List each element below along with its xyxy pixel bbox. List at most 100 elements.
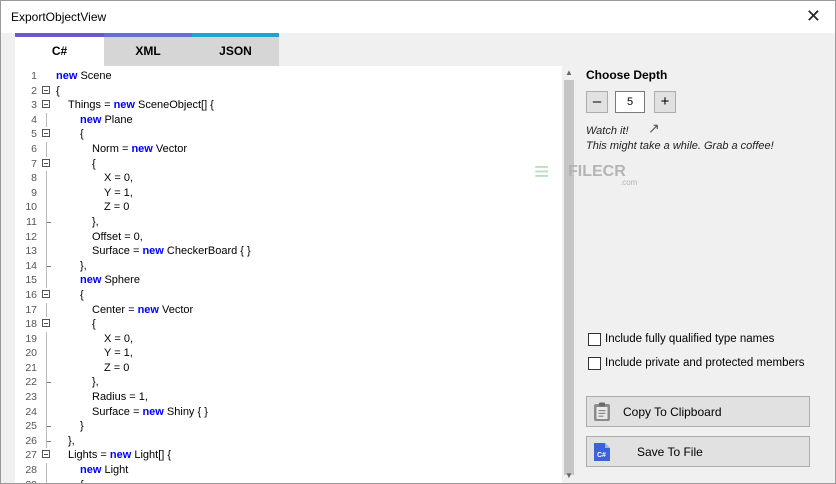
code-line: Things = new SceneObject[] { — [56, 98, 251, 113]
code-line: Z = 0 — [56, 200, 251, 215]
code-token: Surface = — [92, 245, 143, 258]
tab-csharp[interactable]: C# — [15, 33, 104, 66]
scrollbar-thumb[interactable] — [564, 80, 574, 475]
code-line: new Light — [56, 463, 251, 478]
line-number: 2 — [31, 84, 37, 97]
code-token: { — [92, 318, 96, 331]
code-line: Lights = new Light[] { — [56, 448, 251, 463]
code-line: { — [56, 478, 251, 483]
line-number: 18 — [25, 318, 37, 331]
fold-guide — [41, 375, 53, 390]
scroll-down-icon[interactable]: ▼ — [565, 471, 573, 480]
decrease-depth-button[interactable]: – — [586, 91, 608, 113]
code-line: X = 0, — [56, 332, 251, 347]
fold-guide — [41, 433, 53, 449]
line-number: 12 — [25, 230, 37, 243]
code-line: Y = 1, — [56, 186, 251, 201]
scroll-up-icon[interactable]: ▲ — [565, 68, 573, 77]
code-line: new Plane — [56, 113, 251, 128]
code-token: Z = 0 — [104, 361, 130, 374]
fold-toggle-icon[interactable] — [41, 98, 53, 113]
code-token: Surface = — [92, 405, 143, 418]
fold-toggle-icon[interactable] — [41, 157, 53, 172]
code-token: }, — [92, 376, 99, 389]
code-token: } — [80, 420, 84, 433]
fold-guide — [41, 273, 53, 288]
fold-guide — [41, 69, 53, 84]
code-line: new Sphere — [56, 273, 251, 288]
tab-json[interactable]: JSON — [192, 33, 279, 66]
checkbox-label[interactable]: Include private and protected members — [605, 357, 804, 369]
code-token: Radius = 1, — [92, 391, 148, 404]
editor-scrollbar[interactable]: ▲ ▼ — [562, 66, 576, 483]
line-number: 14 — [25, 259, 37, 272]
code-token: Things = — [68, 99, 114, 112]
code-token: { — [56, 84, 60, 97]
line-number: 16 — [25, 288, 37, 301]
code-token: { — [80, 128, 84, 141]
save-to-file-button[interactable]: C# Save To File — [586, 436, 810, 467]
line-number: 25 — [25, 420, 37, 433]
code-editor[interactable]: 1 2 3 4 5 6 7 8 9 10 11 12 13 14 15 16 17 18 19 20 21 22 23 24 2… — [15, 66, 576, 483]
tab-xml[interactable]: XML ⇖ — [104, 33, 268, 69]
fold-guide — [41, 229, 53, 245]
clipboard-icon — [594, 402, 610, 421]
code-token: Light — [101, 464, 129, 477]
line-number: 28 — [25, 464, 37, 477]
code-line: new Scene — [56, 69, 251, 84]
code-token: Plane — [101, 113, 133, 126]
fold-guide — [41, 141, 53, 157]
watermark-text: FILECR — [568, 163, 626, 180]
code-line: Z = 0 — [56, 361, 251, 376]
fold-guide — [41, 112, 53, 128]
code-token: }, — [80, 259, 87, 272]
fold-toggle-icon[interactable] — [41, 127, 53, 142]
title-bar: ExportObjectView ✕ — [1, 1, 835, 33]
code-token: Light[] { — [131, 449, 172, 462]
code-token: Vector — [152, 142, 188, 155]
increase-depth-button[interactable]: + — [654, 91, 676, 113]
fold-toggle-icon[interactable] — [41, 84, 53, 99]
code-token: Shiny { } — [163, 405, 208, 418]
line-number: 15 — [25, 274, 37, 287]
code-token: }, — [92, 215, 99, 228]
code-token: { — [92, 157, 96, 170]
fold-toggle-icon[interactable] — [41, 448, 53, 463]
checkbox-label[interactable]: Include fully qualified type names — [605, 333, 774, 345]
checkbox[interactable] — [588, 333, 601, 346]
fold-guide — [41, 404, 53, 420]
checkbox[interactable] — [588, 357, 601, 370]
line-number: 10 — [25, 201, 37, 214]
code-line: Norm = new Vector — [56, 142, 251, 157]
code-token: { — [80, 479, 84, 483]
code-line: { — [56, 84, 251, 99]
line-number: 22 — [25, 376, 37, 389]
keyword-token: new — [56, 70, 78, 82]
line-number: 5 — [31, 128, 37, 141]
keyword-token: new — [131, 142, 153, 155]
warning-note: This might take a while. Grab a coffee! — [586, 140, 774, 152]
line-number: 26 — [25, 434, 37, 447]
code-token: }, — [68, 434, 75, 447]
fold-guide — [41, 360, 53, 376]
copy-to-clipboard-button[interactable]: Copy To Clipboard — [586, 396, 810, 427]
fold-guide — [41, 185, 53, 201]
code-line: Surface = new Shiny { } — [56, 405, 251, 420]
keyword-token: new — [142, 245, 164, 258]
line-number: 13 — [25, 245, 37, 258]
close-icon[interactable]: ✕ — [806, 5, 821, 27]
fold-toggle-icon[interactable] — [41, 288, 53, 303]
file-icon-text: C# — [597, 452, 606, 459]
save-button-label: Save To File — [637, 445, 703, 459]
fold-toggle-icon[interactable] — [41, 317, 53, 332]
code-text[interactable]: new Scene{Things = new SceneObject[] {ne… — [56, 69, 251, 483]
code-token: Vector — [158, 303, 194, 316]
code-line: { — [56, 157, 251, 172]
fold-guide — [41, 419, 53, 434]
window-title: ExportObjectView — [11, 10, 107, 24]
line-number: 4 — [31, 113, 37, 126]
code-token: Z = 0 — [104, 201, 130, 214]
depth-value-field[interactable]: 5 — [615, 91, 645, 113]
csharp-file-icon: C# — [594, 443, 610, 461]
line-number: 11 — [26, 215, 37, 228]
